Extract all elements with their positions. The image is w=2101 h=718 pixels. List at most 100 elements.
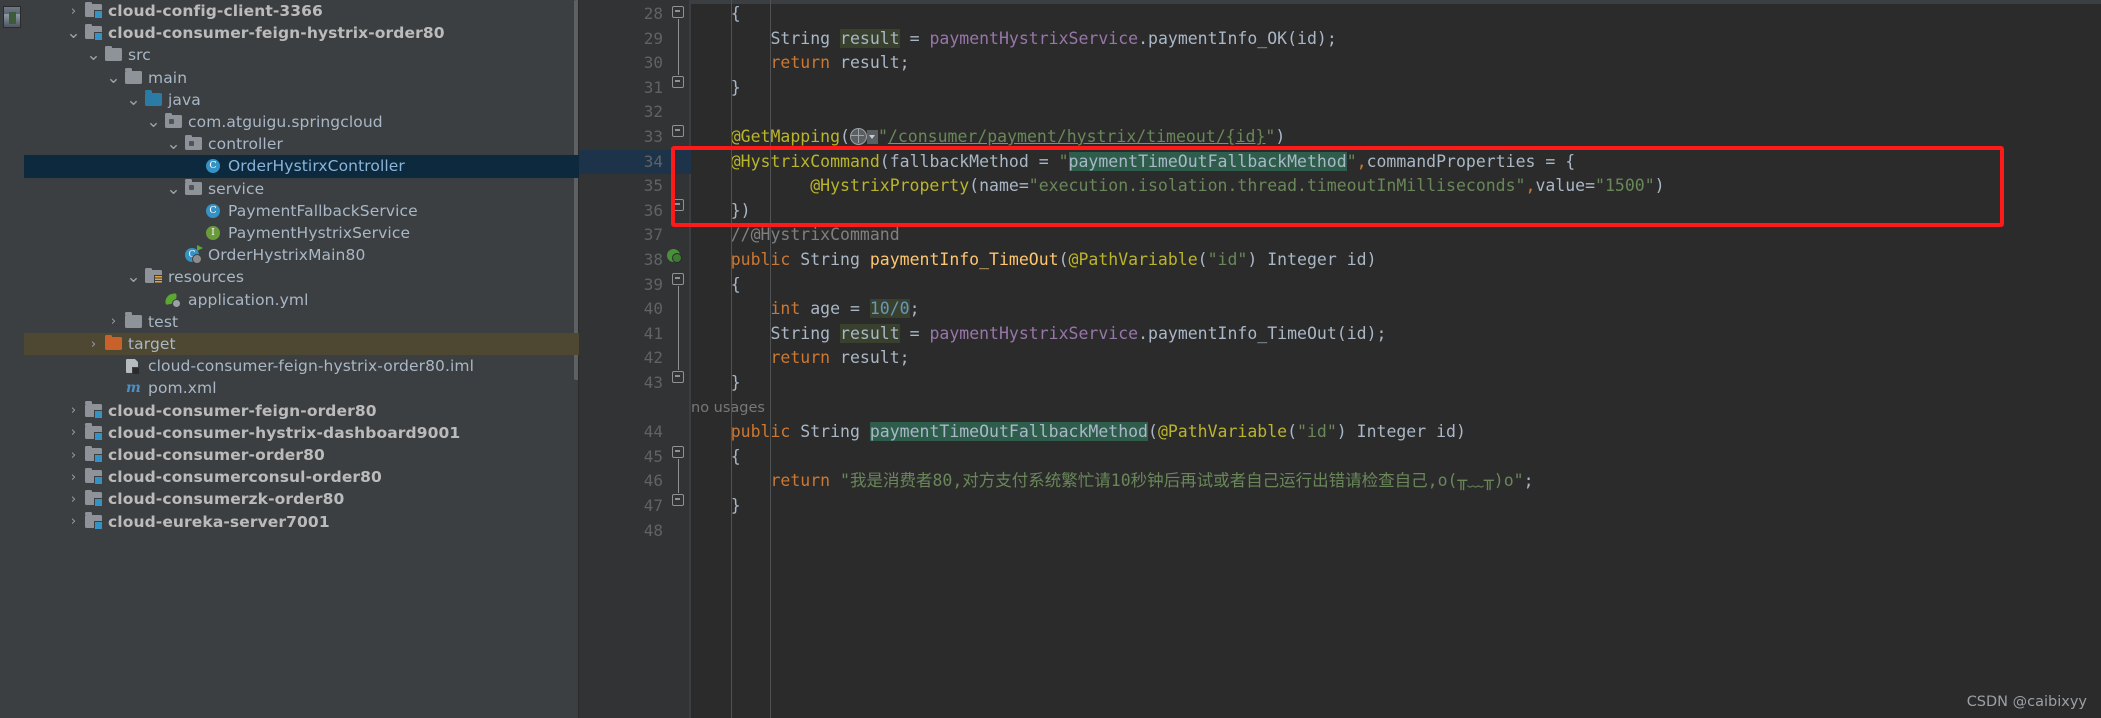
chevron-down-icon[interactable]: ⌄ <box>164 136 183 153</box>
no-usages-hint: no usages <box>691 399 765 416</box>
fold-marker-line31[interactable] <box>671 75 684 89</box>
tree-item-cloud-consumerzk-order80[interactable]: › cloud-consumerzk-order80 <box>24 488 579 510</box>
code-token: Integer <box>1356 422 1427 442</box>
tree-item-com-atguigu-springcloud[interactable]: ⌄ com.atguigu.springcloud <box>24 111 579 133</box>
fold-marker-line39[interactable] <box>671 272 684 286</box>
code-token: "我是消费者80,对方支付系统繁忙请10秒钟后再试或者自己运行出错请检查自己,o… <box>840 471 1524 491</box>
tree-item-paymenthystrixservice[interactable]: I PaymentHystrixService <box>24 222 579 244</box>
iml-file-icon <box>123 358 145 376</box>
chevron-down-icon[interactable]: ⌄ <box>124 269 143 286</box>
chevron-right-icon[interactable]: › <box>104 315 123 328</box>
chevron-down-icon[interactable]: ⌄ <box>64 25 83 42</box>
tree-item-label: target <box>128 335 176 354</box>
code-line[interactable]: 31 } <box>579 76 2101 101</box>
code-token: }) <box>730 200 751 220</box>
code-line[interactable]: 34 @HystrixCommand(fallbackMethod = "pay… <box>579 150 2101 175</box>
code-line[interactable]: 42 return result; <box>579 346 2101 371</box>
code-line[interactable]: 48 <box>579 519 2101 544</box>
tree-item-pom-xml[interactable]: m pom.xml <box>24 377 579 399</box>
tree-item-cloud-consumer-hystrix-dashboard9001[interactable]: › cloud-consumer-hystrix-dashboard9001 <box>24 422 579 444</box>
code-line[interactable]: 30 return result; <box>579 51 2101 76</box>
code-inlay-hint-row[interactable]: no usages <box>579 396 2101 421</box>
chevron-right-icon[interactable]: › <box>64 5 83 18</box>
code-line[interactable]: 35 @HystrixProperty(name="execution.isol… <box>579 174 2101 199</box>
code-editor[interactable]: 28 {29 String result = paymentHystrixSer… <box>579 0 2101 718</box>
spring-yaml-icon <box>163 292 185 308</box>
module-folder-icon <box>83 401 105 419</box>
code-token: ) <box>1247 250 1268 269</box>
chevron-right-icon[interactable]: › <box>64 426 83 439</box>
spring-bean-gutter-icon[interactable] <box>667 249 683 265</box>
project-tree-panel[interactable]: › cloud-config-client-3366 ⌄ cloud-consumer… <box>24 0 579 718</box>
code-token: = <box>1028 151 1059 171</box>
fold-marker-line45[interactable] <box>671 445 684 459</box>
chevron-right-icon[interactable]: › <box>84 338 103 351</box>
code-line[interactable]: 41 String result = paymentHystrixService… <box>579 322 2101 347</box>
tree-item-cloud-consumer-feign-hystrix-order80[interactable]: ⌄ cloud-consumer-feign-hystrix-order80 <box>24 22 579 44</box>
tree-item-src[interactable]: ⌄ src <box>24 44 579 66</box>
tree-item-paymentfallbackservice[interactable]: C PaymentFallbackService <box>24 200 579 222</box>
code-line[interactable]: 37 //@HystrixCommand <box>579 223 2101 248</box>
tree-item-service[interactable]: ⌄ service <box>24 178 579 200</box>
code-token: { <box>730 446 741 466</box>
tree-item-orderhystrixmain80[interactable]: C OrderHystrixMain80 <box>24 244 579 266</box>
chevron-down-icon[interactable]: ⌄ <box>144 114 163 131</box>
tree-item-cloud-consumer-feign-hystrix-order80-iml[interactable]: cloud-consumer-feign-hystrix-order80.iml <box>24 355 579 377</box>
code-line[interactable]: 47 } <box>579 494 2101 519</box>
tree-item-cloud-eureka-server7001[interactable]: › cloud-eureka-server7001 <box>24 511 579 533</box>
code-token: = { <box>1535 151 1576 171</box>
tree-item-java[interactable]: ⌄ java <box>24 89 579 111</box>
tree-item-cloud-config-client-3366[interactable]: › cloud-config-client-3366 <box>24 0 579 22</box>
code-token: /consumer/payment/hystrix/timeout/{id} <box>887 127 1266 146</box>
line-number: 35 <box>643 176 663 196</box>
code-token: id <box>1346 323 1367 343</box>
tree-item-cloud-consumer-feign-order80[interactable]: › cloud-consumer-feign-order80 <box>24 400 579 422</box>
tree-item-cloud-consumerconsul-order80[interactable]: › cloud-consumerconsul-order80 <box>24 466 579 488</box>
fold-marker-line43[interactable] <box>671 370 684 384</box>
tree-item-application-yml[interactable]: application.yml <box>24 289 579 311</box>
tree-item-label: PaymentHystrixService <box>228 224 411 243</box>
fold-marker-line33[interactable] <box>671 124 684 138</box>
chevron-right-icon[interactable]: › <box>64 404 83 417</box>
tree-item-cloud-consumer-order80[interactable]: › cloud-consumer-order80 <box>24 444 579 466</box>
chevron-right-icon[interactable]: › <box>64 471 83 484</box>
chevron-down-icon[interactable]: ⌄ <box>164 180 183 197</box>
fold-marker-line28[interactable] <box>671 5 684 19</box>
tree-item-main[interactable]: ⌄ main <box>24 67 579 89</box>
chevron-down-icon[interactable]: ⌄ <box>124 91 143 108</box>
chevron-down-icon[interactable]: ⌄ <box>84 47 103 64</box>
fold-marker-line36[interactable] <box>671 198 684 212</box>
tree-item-test[interactable]: › test <box>24 311 579 333</box>
code-line[interactable]: 43 } <box>579 371 2101 396</box>
code-content[interactable]: 28 {29 String result = paymentHystrixSer… <box>579 0 2101 718</box>
tree-item-orderhystirxcontroller[interactable]: C OrderHystirxController <box>24 155 579 178</box>
code-token: result <box>840 323 900 343</box>
code-line[interactable]: 39 { <box>579 273 2101 298</box>
tree-item-target[interactable]: › target <box>24 333 579 356</box>
code-line[interactable]: 28 { <box>579 2 2101 27</box>
code-token: . <box>1138 323 1149 343</box>
code-line[interactable]: 45 { <box>579 445 2101 470</box>
code-token: String <box>800 422 860 442</box>
code-line[interactable]: 33 @GetMapping("/consumer/payment/hystri… <box>579 125 2101 150</box>
chevron-down-icon[interactable]: ⌄ <box>104 69 123 86</box>
globe-icon[interactable] <box>849 128 867 145</box>
code-token: ); <box>1366 323 1387 343</box>
code-token: ; <box>1523 471 1534 491</box>
code-line[interactable]: 36 }) <box>579 199 2101 224</box>
code-line[interactable]: 32 <box>579 100 2101 125</box>
chevron-right-icon[interactable]: › <box>64 515 83 528</box>
code-line[interactable]: 40 int age = 10/0; <box>579 297 2101 322</box>
code-token: paymentInfo_TimeOut <box>1148 323 1337 343</box>
code-line[interactable]: 29 String result = paymentHystrixService… <box>579 27 2101 52</box>
code-line[interactable]: 38 public String paymentInfo_TimeOut(@Pa… <box>579 248 2101 273</box>
chevron-right-icon[interactable]: › <box>64 493 83 506</box>
fold-marker-line47[interactable] <box>671 493 684 507</box>
tree-item-resources[interactable]: ⌄ resources <box>24 266 579 288</box>
code-line[interactable]: 44 public String paymentTimeOutFallbackM… <box>579 420 2101 445</box>
chevron-down-icon[interactable] <box>866 130 878 144</box>
chevron-right-icon[interactable]: › <box>64 449 83 462</box>
tree-item-controller[interactable]: ⌄ controller <box>24 133 579 155</box>
code-line[interactable]: 46 return "我是消费者80,对方支付系统繁忙请10秒钟后再试或者自己运… <box>579 469 2101 494</box>
